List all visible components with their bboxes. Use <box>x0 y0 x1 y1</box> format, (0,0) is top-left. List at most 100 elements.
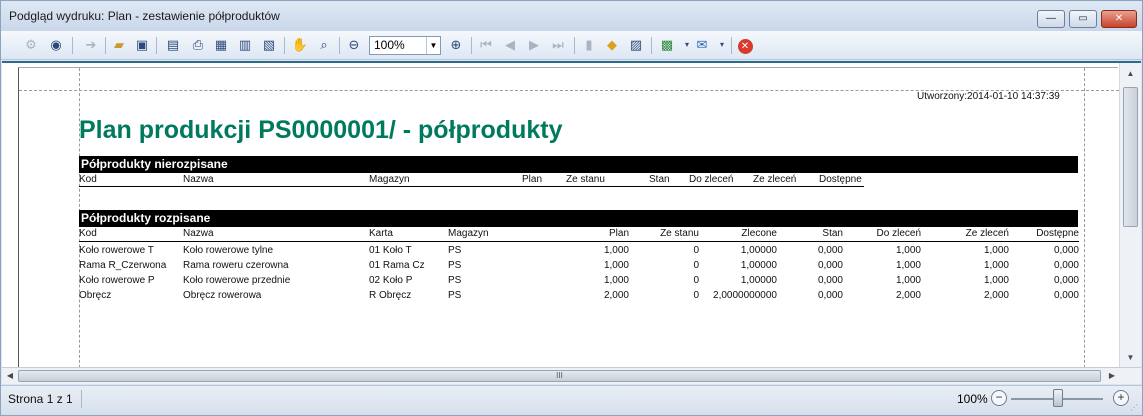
zoom-out-button[interactable]: − <box>991 390 1007 406</box>
print-icon[interactable]: ⎙ <box>188 35 208 55</box>
export-document-icon[interactable]: ▩ <box>657 35 677 55</box>
toolbar-separator <box>105 37 106 54</box>
scroll-right-icon[interactable]: ▶ <box>1105 368 1119 384</box>
horizontal-scroll-thumb[interactable]: III <box>18 370 1101 382</box>
table-row: Rama R_Czerwona Rama roweru czerowna 01 … <box>79 260 1079 274</box>
scroll-left-icon[interactable]: ◀ <box>3 368 17 384</box>
page-indicator: Strona 1 z 1 <box>8 392 73 406</box>
color-icon[interactable]: ◆ <box>602 35 622 55</box>
scroll-up-icon[interactable]: ▲ <box>1122 65 1139 82</box>
send-email-icon[interactable]: ✉ <box>692 35 712 55</box>
zoom-select[interactable]: 100% ▼ <box>369 36 441 55</box>
open-folder-icon[interactable]: ▰ <box>109 35 129 55</box>
cell-stan: 0,000 <box>817 245 843 256</box>
cell-do-zlecen: 2,000 <box>895 290 921 301</box>
zoom-slider-thumb[interactable] <box>1053 389 1063 407</box>
quick-print-icon[interactable]: ▦ <box>211 35 231 55</box>
created-timestamp: Utworzony:2014-01-10 14:37:39 <box>917 91 1060 102</box>
column-header: Stan <box>822 228 843 239</box>
column-header: Do zleceń <box>876 228 921 239</box>
cell-zlecone: 2,0000000000 <box>713 290 777 301</box>
multiple-pages-icon[interactable]: ▮ <box>579 35 599 55</box>
cell-zlecone: 1,00000 <box>740 260 777 271</box>
table-row: Obręcz Obręcz rowerowa R Obręcz PS 2,000… <box>79 290 1079 304</box>
zoom-in-button[interactable]: + <box>1113 390 1129 406</box>
cell-nazwa: Obręcz rowerowa <box>183 290 262 301</box>
window-title: Podgląd wydruku: Plan - zestawienie półp… <box>9 9 280 23</box>
prev-page-icon[interactable]: ◀ <box>500 35 520 55</box>
scroll-down-icon[interactable]: ▼ <box>1122 349 1139 366</box>
cell-do-zlecen: 1,000 <box>895 260 921 271</box>
close-preview-icon[interactable]: ✕ <box>735 35 755 55</box>
zoom-out-icon[interactable]: ⊖ <box>344 35 364 55</box>
header-rule <box>79 186 864 187</box>
column-header: Plan <box>608 228 629 239</box>
column-header: Zlecone <box>741 228 777 239</box>
cell-plan: 2,000 <box>603 290 629 301</box>
cell-ze-stanu: 0 <box>693 290 699 301</box>
minimize-button[interactable]: — <box>1037 10 1065 28</box>
cell-ze-zlecen: 2,000 <box>983 290 1009 301</box>
cell-stan: 0,000 <box>817 290 843 301</box>
report-title: Plan produkcji PS0000001/ - półprodukty <box>79 116 563 144</box>
cell-nazwa: Rama roweru czerowna <box>183 260 289 271</box>
magnifier-icon[interactable]: ⌕ <box>314 35 334 55</box>
cell-ze-zlecen: 1,000 <box>983 245 1009 256</box>
hand-tool-icon[interactable]: ✋ <box>290 35 310 55</box>
cell-karta: 02 Koło P <box>369 275 413 286</box>
toolbar-separator <box>471 37 472 54</box>
cell-karta: 01 Rama Cz <box>369 260 425 271</box>
title-bar[interactable]: Podgląd wydruku: Plan - zestawienie półp… <box>1 1 1142 31</box>
column-header: Kod <box>79 174 97 185</box>
toolbar-separator <box>284 37 285 54</box>
column-header: Ze stanu <box>566 174 605 185</box>
cell-kod: Koło rowerowe T <box>79 245 154 256</box>
toolbar-separator <box>731 37 732 54</box>
status-separator <box>81 390 82 408</box>
column-header: Nazwa <box>183 174 214 185</box>
export-icon[interactable]: ➔ <box>81 35 101 55</box>
watermark-icon[interactable]: ▨ <box>626 35 646 55</box>
first-page-icon[interactable]: ⏮ <box>476 35 496 55</box>
section2-column-headers: Kod Nazwa Karta Magazyn Plan Ze stanu Zl… <box>79 228 1079 241</box>
cell-zlecone: 1,00000 <box>740 275 777 286</box>
vertical-scrollbar[interactable]: ▲ ▼ <box>1119 63 1141 367</box>
scale-icon[interactable]: ▧ <box>259 35 279 55</box>
zoom-in-icon[interactable]: ⊕ <box>446 35 466 55</box>
cell-dostepne: 0,000 <box>1053 260 1079 271</box>
next-page-icon[interactable]: ▶ <box>524 35 544 55</box>
cell-ze-zlecen: 1,000 <box>983 260 1009 271</box>
column-header: Dostępne <box>819 174 862 185</box>
cell-plan: 1,000 <box>603 260 629 271</box>
chevron-down-icon[interactable]: ▾ <box>712 35 732 55</box>
cell-stan: 0,000 <box>817 260 843 271</box>
close-button[interactable]: ✕ <box>1101 10 1137 28</box>
resize-grip-icon[interactable]: ⋰ <box>1130 403 1140 413</box>
chevron-down-icon[interactable]: ▼ <box>426 37 440 54</box>
zoom-select-value: 100% <box>374 38 405 52</box>
status-bar: Strona 1 z 1 100% − + ⋰ <box>1 385 1142 415</box>
cell-ze-zlecen: 1,000 <box>983 275 1009 286</box>
header-footer-icon[interactable]: ▥ <box>235 35 255 55</box>
print-setup-icon[interactable]: ⚙ <box>21 35 41 55</box>
column-header: Ze zleceń <box>965 228 1009 239</box>
maximize-button[interactable]: ▭ <box>1069 10 1097 28</box>
cell-ze-stanu: 0 <box>693 245 699 256</box>
cell-stan: 0,000 <box>817 275 843 286</box>
last-page-icon[interactable]: ⏭ <box>548 35 568 55</box>
section-heading: Półprodukty nierozpisane <box>79 156 1078 173</box>
cell-dostepne: 0,000 <box>1053 275 1079 286</box>
column-header: Magazyn <box>448 228 489 239</box>
column-header: Do zleceń <box>689 174 734 185</box>
column-header: Magazyn <box>369 174 410 185</box>
preview-viewport[interactable]: Utworzony:2014-01-10 14:37:39 Plan produ… <box>2 61 1141 367</box>
column-header: Stan <box>649 174 670 185</box>
horizontal-scrollbar[interactable]: ◀ III ▶ <box>2 367 1141 384</box>
cell-ze-stanu: 0 <box>693 275 699 286</box>
save-disk-icon[interactable]: ▣ <box>132 35 152 55</box>
column-header: Dostępne <box>1036 228 1079 239</box>
vertical-scroll-thumb[interactable] <box>1123 87 1138 227</box>
column-header: Nazwa <box>183 228 214 239</box>
binoculars-icon[interactable]: ◉ <box>46 35 66 55</box>
page-setup-icon[interactable]: ▤ <box>163 35 183 55</box>
